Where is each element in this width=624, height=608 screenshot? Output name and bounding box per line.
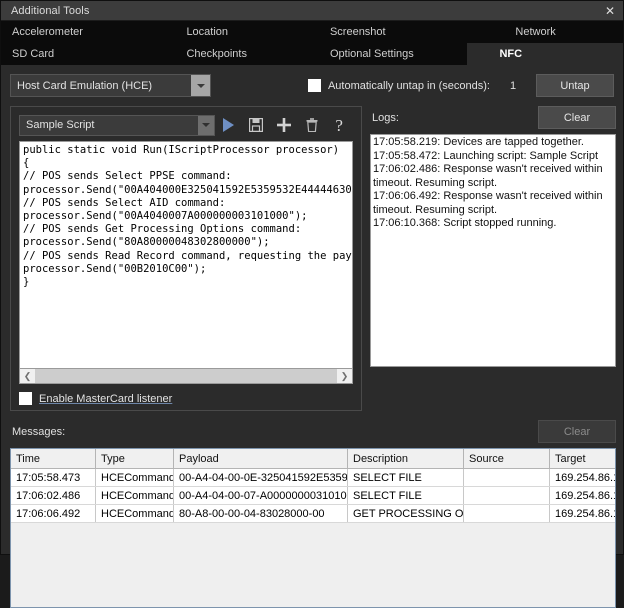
cell-target: 169.254.86.176 [549,486,615,505]
column-header-source[interactable]: Source [463,449,550,469]
auto-untap-checkbox[interactable] [307,79,321,92]
chevron-left-icon[interactable]: ❮ [20,369,35,383]
title-bar: Additional Tools ✕ [1,1,623,21]
tab-label: Checkpoints [186,48,247,60]
mastercard-listener-row: Enable MasterCard listener [19,392,172,405]
cell-description: SELECT FILE [347,468,464,487]
log-line: 17:06:10.368: Script stopped running. [373,217,557,229]
cell-description: GET PROCESSING OP [347,504,464,523]
emulation-mode-value: Host Card Emulation (HCE) [17,79,153,92]
script-panel: Sample Script ? public static void Run(I… [10,106,362,411]
log-line: 17:06:02.486: Response wasn't received w… [373,163,603,175]
log-line: 17:05:58.472: Launching script: Sample S… [373,149,599,162]
column-header-time[interactable]: Time [11,449,96,469]
table-row[interactable]: 17:06:02.486 HCECommand 00-A4-04-00-07-A… [11,486,615,505]
log-line: 17:06:06.492: Response wasn't received w… [373,190,603,202]
tab-label: SD Card [12,48,55,60]
tab-sd-card[interactable]: SD Card [1,43,156,65]
scrollbar-thumb[interactable] [35,369,337,383]
nfc-panel: Host Card Emulation (HCE) Automatically … [1,65,623,608]
window-title: Additional Tools [11,4,90,17]
messages-clear-button[interactable]: Clear [538,420,616,443]
tab-row-2: SD Card Checkpoints Optional Settings NF… [1,43,623,65]
chevron-down-icon [191,75,210,96]
untap-controls: Automatically untap in (seconds): 1 Unta… [307,74,614,97]
auto-untap-seconds-input[interactable]: 1 [490,80,536,92]
logs-label: Logs: [372,111,399,124]
logs-output[interactable]: 17:05:58.219: Devices are tapped togethe… [370,134,616,367]
tab-bar: Accelerometer Location Screenshot Networ… [1,21,623,65]
save-script-icon[interactable] [243,114,271,136]
log-line: timeout. Resuming script. [373,176,498,189]
script-editor[interactable]: public static void Run(IScriptProcessor … [19,141,353,369]
cell-source [463,504,550,523]
chevron-down-icon [198,115,214,135]
cell-time: 17:06:06.492 [11,504,96,523]
tab-label: Accelerometer [12,26,83,38]
script-dropdown[interactable]: Sample Script [19,114,215,136]
column-header-target[interactable]: Target [549,449,615,469]
logs-panel: Logs: Clear 17:05:58.219: Devices are ta… [370,106,616,411]
tab-label: Network [515,26,556,38]
cell-payload: 80-A8-00-00-04-83028000-00 [173,504,348,523]
tab-label: Optional Settings [329,48,414,60]
logs-header: Logs: Clear [370,106,616,129]
column-header-payload[interactable]: Payload [173,449,348,469]
log-line: 17:05:58.219: Devices are tapped togethe… [373,136,584,148]
messages-table: Time Type Payload Description Source Tar… [11,449,615,523]
tab-network[interactable]: Network [467,21,623,43]
column-header-type[interactable]: Type [95,449,174,469]
cell-type: HCECommand [95,486,174,505]
tab-location[interactable]: Location [156,21,312,43]
add-script-icon[interactable] [270,114,298,136]
table-header-row: Time Type Payload Description Source Tar… [11,449,615,469]
cell-time: 17:06:02.486 [11,486,96,505]
messages-label: Messages: [12,425,66,438]
cell-target: 169.254.86.176 [549,504,615,523]
tab-checkpoints[interactable]: Checkpoints [156,43,312,65]
mastercard-listener-label[interactable]: Enable MasterCard listener [39,393,172,405]
auto-untap-label: Automatically untap in (seconds): [327,79,490,92]
column-header-description[interactable]: Description [347,449,464,469]
messages-table-container[interactable]: Time Type Payload Description Source Tar… [10,448,616,608]
tab-nfc[interactable]: NFC [467,43,623,65]
cell-payload: 00-A4-04-00-07-A0000000031010-0 [173,486,348,505]
additional-tools-window: Additional Tools ✕ Accelerometer Locatio… [0,0,624,608]
cell-target: 169.254.86.176 [549,468,615,487]
tab-optional-settings[interactable]: Optional Settings [312,43,467,65]
mastercard-listener-checkbox[interactable] [19,392,32,405]
table-row[interactable]: 17:05:58.473 HCECommand 00-A4-04-00-0E-3… [11,468,615,487]
chevron-right-icon[interactable]: ❯ [337,369,352,383]
tab-accelerometer[interactable]: Accelerometer [1,21,156,43]
help-icon[interactable]: ? [325,114,353,136]
cell-description: SELECT FILE [347,486,464,505]
messages-header: Messages: Clear [10,420,616,443]
script-toolbar: Sample Script ? [19,114,353,136]
tab-screenshot[interactable]: Screenshot [312,21,467,43]
cell-source [463,486,550,505]
script-horizontal-scrollbar[interactable]: ❮ ❯ [19,369,353,384]
cell-time: 17:05:58.473 [11,468,96,487]
tab-label: NFC [499,48,523,60]
close-icon[interactable]: ✕ [597,1,623,20]
delete-script-icon[interactable] [298,114,326,136]
emulation-mode-dropdown[interactable]: Host Card Emulation (HCE) [10,74,211,97]
table-row[interactable]: 17:06:06.492 HCECommand 80-A8-00-00-04-8… [11,504,615,523]
untap-button[interactable]: Untap [536,74,614,97]
cell-payload: 00-A4-04-00-0E-325041592E53595 [173,468,348,487]
logs-clear-button[interactable]: Clear [538,106,616,129]
cell-source [463,468,550,487]
cell-type: HCECommand [95,468,174,487]
script-dropdown-value: Sample Script [26,119,95,131]
tab-row-1: Accelerometer Location Screenshot Networ… [1,21,623,43]
script-code[interactable]: public static void Run(IScriptProcessor … [20,142,352,289]
log-line: timeout. Resuming script. [373,203,498,216]
tab-label: Location [186,26,229,38]
tab-label: Screenshot [329,26,386,38]
run-script-icon[interactable] [215,114,243,136]
cell-type: HCECommand [95,504,174,523]
